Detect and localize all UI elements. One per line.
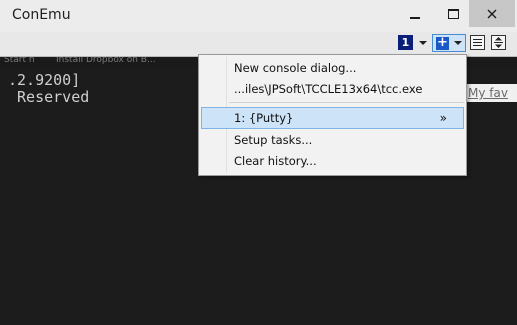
- chevron-down-icon[interactable]: [454, 41, 462, 45]
- new-console-button[interactable]: +: [432, 34, 466, 52]
- minimize-icon: [410, 16, 420, 19]
- hamburger-icon[interactable]: [470, 35, 485, 50]
- menu-item-tcc-exe[interactable]: ...iles\JPSoft\TCCLE13x64\tcc.exe: [201, 78, 464, 100]
- menu-item-putty[interactable]: 1: {Putty} »: [201, 107, 464, 129]
- background-link-fragment: My fav: [466, 84, 517, 102]
- tab-install-dropbox[interactable]: Install Dropbox on B...: [56, 57, 156, 65]
- menu-item-label: Setup tasks...: [234, 133, 313, 147]
- close-button[interactable]: [469, 0, 515, 27]
- window-title: ConEmu: [12, 7, 71, 23]
- new-console-menu: New console dialog... ...iles\JPSoft\TCC…: [198, 54, 467, 176]
- menu-separator: [229, 102, 464, 103]
- menu-item-setup-tasks[interactable]: Setup tasks...: [201, 129, 464, 151]
- console-line: Reserved: [8, 88, 90, 106]
- submenu-arrow-icon: »: [439, 111, 447, 125]
- menu-item-label: Clear history...: [234, 154, 317, 168]
- maximize-icon: [447, 8, 459, 19]
- scroll-icon[interactable]: [491, 35, 506, 50]
- menu-item-clear-history[interactable]: Clear history...: [201, 150, 464, 172]
- console-line: .2.9200]: [8, 71, 81, 89]
- plus-icon: +: [436, 35, 449, 50]
- maximize-button[interactable]: [436, 0, 470, 27]
- tab-start[interactable]: Start n: [4, 57, 35, 65]
- menu-item-label: New console dialog...: [234, 61, 357, 75]
- tab-strip: Start n Install Dropbox on B...: [0, 57, 200, 67]
- menu-item-label: ...iles\JPSoft\TCCLE13x64\tcc.exe: [234, 82, 423, 96]
- active-tab-number[interactable]: 1: [398, 35, 413, 50]
- minimize-button[interactable]: [398, 0, 432, 27]
- close-icon: [487, 9, 497, 18]
- chevron-down-icon[interactable]: [419, 41, 427, 45]
- menu-item-new-console-dialog[interactable]: New console dialog...: [201, 57, 464, 79]
- menu-item-label: 1: {Putty}: [234, 111, 294, 125]
- title-bar: ConEmu: [0, 0, 517, 32]
